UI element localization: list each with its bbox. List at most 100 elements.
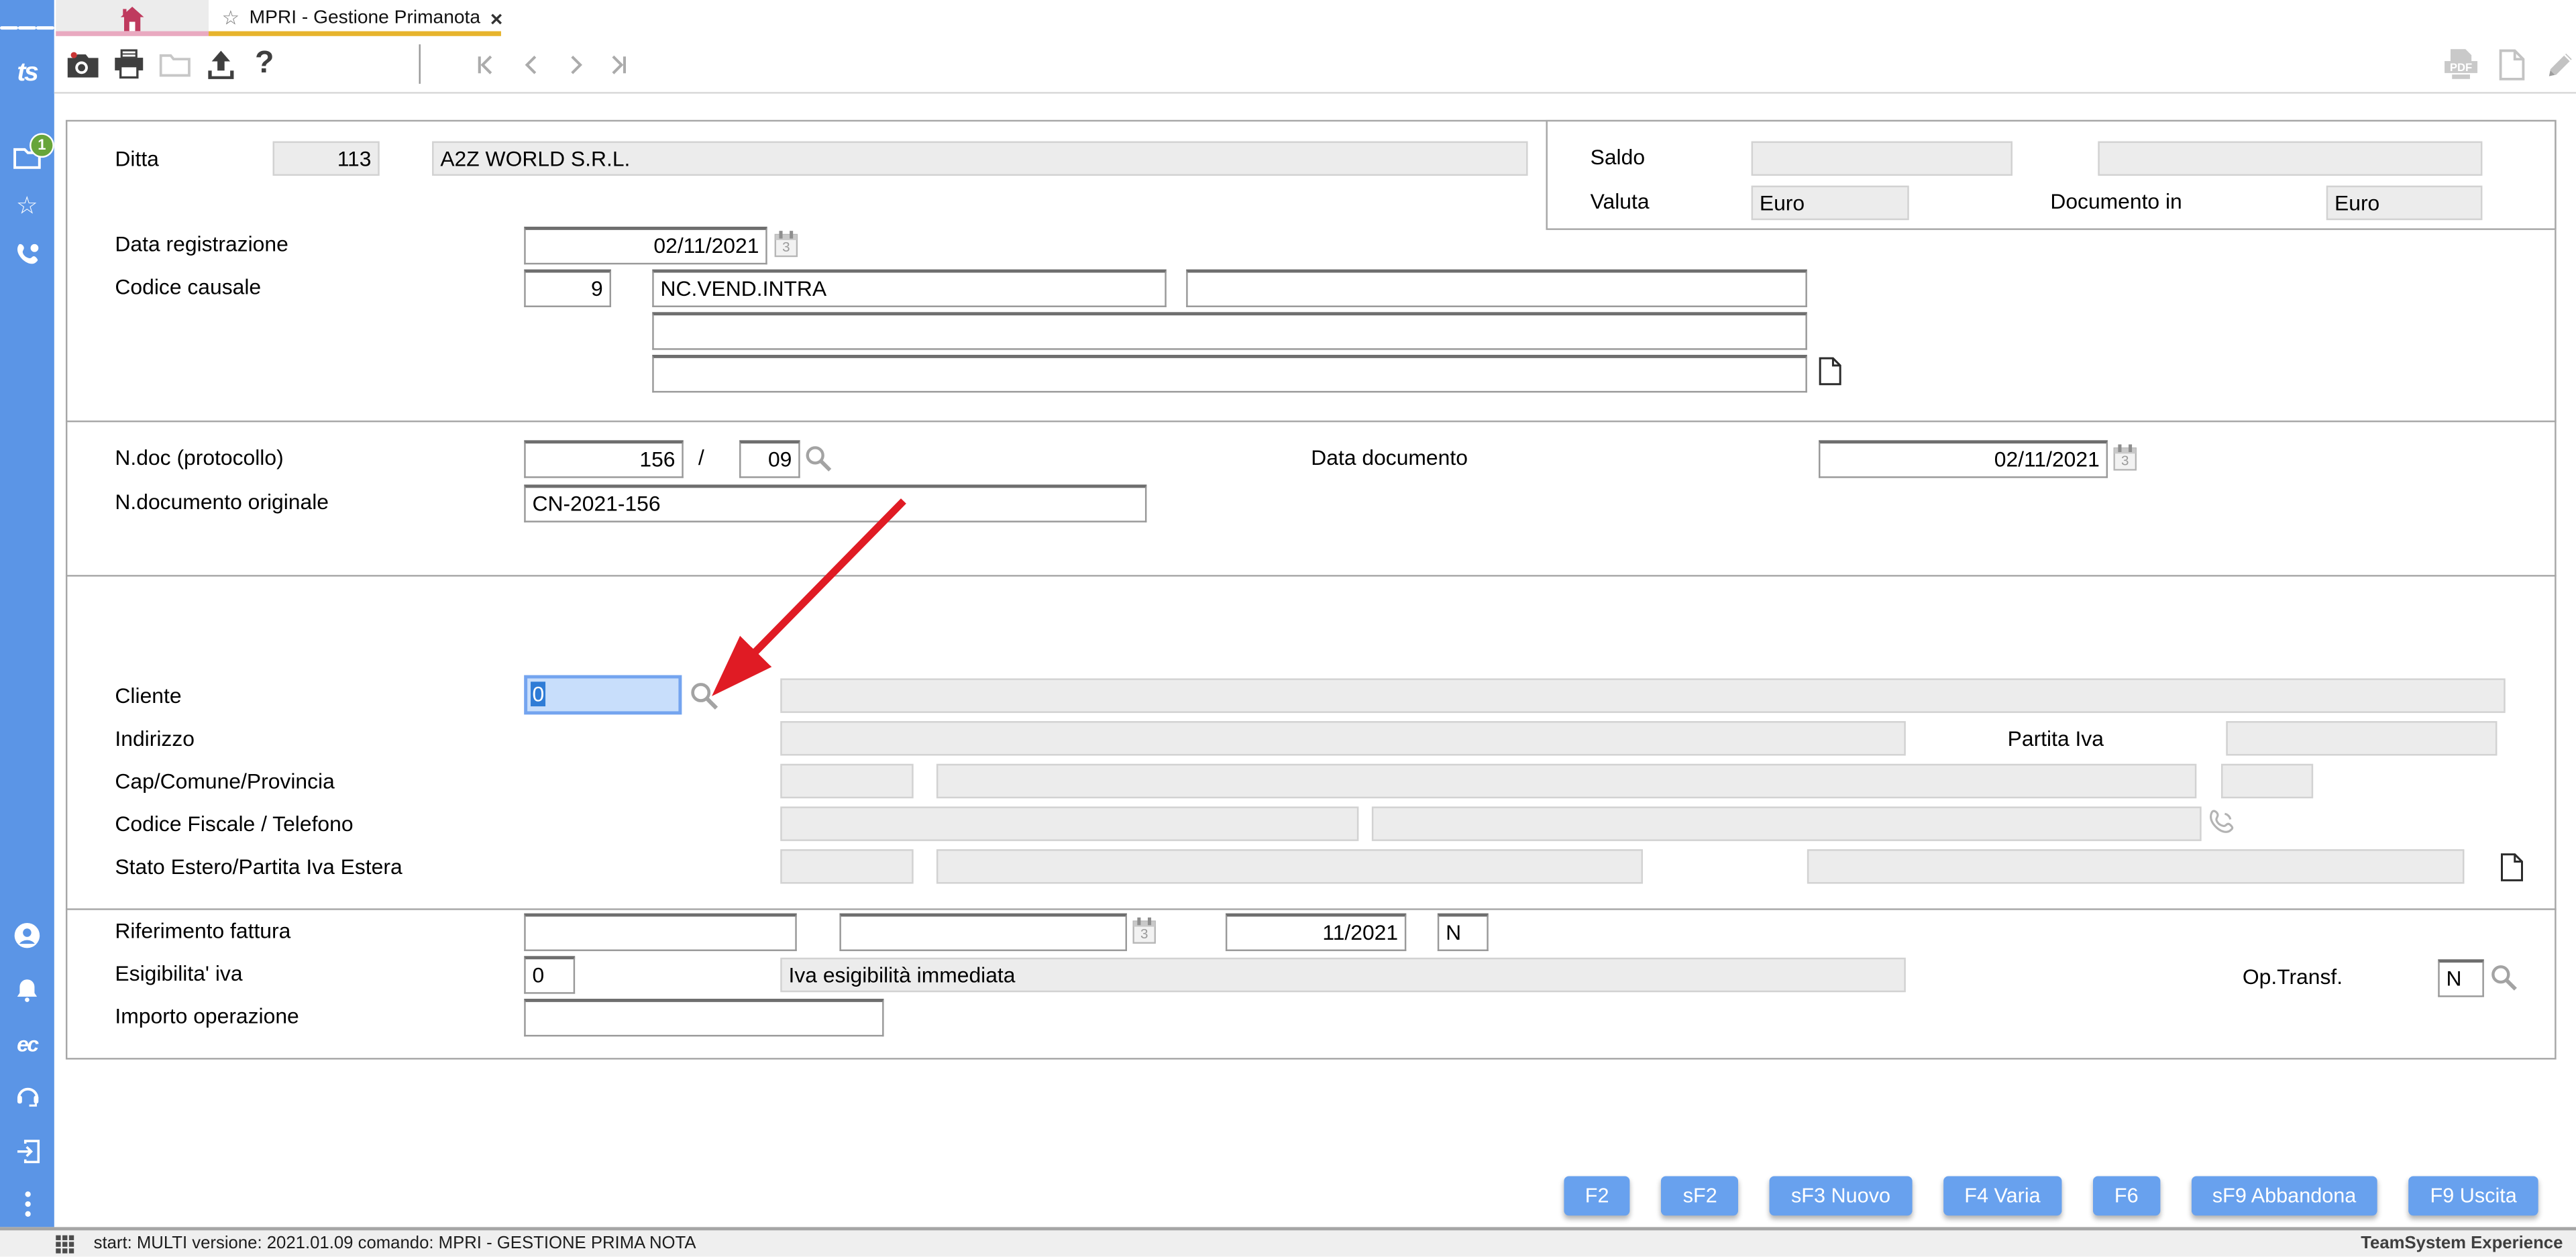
help-button[interactable]: ?: [248, 43, 281, 86]
sidebar-item-user[interactable]: [0, 914, 54, 957]
sf3-nuovo-button[interactable]: sF3 Nuovo: [1770, 1176, 1912, 1216]
nav-first-button[interactable]: [468, 43, 504, 86]
ndoc-sezione-field[interactable]: 09: [739, 440, 800, 478]
ditta-code-field: 113: [272, 141, 380, 176]
logout-icon: [16, 1140, 39, 1164]
riferimento-numero-field[interactable]: [524, 913, 797, 951]
esigibilita-code-field[interactable]: 0: [524, 956, 576, 994]
causale-note-field-1[interactable]: [652, 312, 1807, 350]
edit-button[interactable]: [2540, 43, 2576, 86]
op-transf-field[interactable]: N: [2438, 959, 2484, 997]
status-bar: start: MULTI versione: 2021.01.09 comand…: [0, 1227, 2576, 1257]
cliente-label: Cliente: [115, 683, 182, 708]
toolbar-separator: [419, 44, 421, 84]
tab-home[interactable]: [56, 0, 209, 36]
riferimento-flag-field[interactable]: N: [1437, 913, 1489, 951]
sidebar-item-documents[interactable]: 1: [0, 132, 54, 178]
importo-operazione-field[interactable]: [524, 998, 884, 1037]
partita-iva-label: Partita Iva: [2007, 726, 2104, 751]
f4-varia-button[interactable]: F4 Varia: [1943, 1176, 2062, 1216]
open-folder-button[interactable]: [154, 43, 194, 86]
sidebar-item-favorites[interactable]: ☆: [0, 184, 54, 227]
importo-operazione-label: Importo operazione: [115, 1003, 299, 1029]
stato-estero-label: Stato Estero/Partita Iva Estera: [115, 854, 402, 879]
more-dots-icon: [24, 1191, 30, 1217]
app-grid-icon[interactable]: [56, 1235, 75, 1255]
sidebar-item-notifications[interactable]: [0, 969, 54, 1012]
upload-button[interactable]: [201, 43, 240, 86]
causale-attachment-icon[interactable]: [1819, 356, 1841, 386]
active-tab-underline: [209, 31, 501, 36]
stato-estero-desc-field: [936, 849, 1643, 884]
nav-last-button[interactable]: [598, 43, 634, 86]
tab-mpri-gestione-primanota[interactable]: ☆ MPRI - Gestione Primanota ×: [209, 0, 503, 36]
data-documento-calendar-icon[interactable]: 3: [2112, 443, 2137, 472]
f2-button[interactable]: F2: [1563, 1176, 1631, 1216]
nav-next-button[interactable]: [557, 43, 593, 86]
saldo-field-2: [2098, 141, 2483, 176]
op-transf-search-icon[interactable]: [2489, 963, 2518, 992]
section-divider-1: [65, 420, 2557, 423]
stato-estero-document-icon[interactable]: [2500, 853, 2523, 882]
documento-in-field: Euro: [2326, 185, 2483, 221]
nav-last-icon: [611, 54, 625, 74]
esigibilita-desc-field: Iva esigibilità immediata: [780, 957, 1906, 993]
data-documento-field[interactable]: 02/11/2021: [1819, 440, 2108, 478]
riferimento-periodo-field[interactable]: 11/2021: [1225, 913, 1407, 951]
tab-close-icon[interactable]: ×: [490, 7, 503, 29]
ditta-label: Ditta: [115, 146, 159, 171]
codice-causale-code-field[interactable]: 9: [524, 269, 612, 307]
riferimento-calendar-icon[interactable]: 3: [1132, 917, 1157, 945]
tab-favorite-star-icon[interactable]: ☆: [222, 7, 239, 30]
codice-causale-desc-field[interactable]: NC.VEND.INTRA: [652, 269, 1167, 307]
data-registrazione-field[interactable]: 02/11/2021: [524, 226, 767, 265]
hamburger-menu-button[interactable]: [0, 7, 54, 50]
new-document-button[interactable]: [2492, 43, 2532, 86]
sidebar-item-more[interactable]: [0, 1183, 54, 1225]
svg-text:PDF: PDF: [2450, 61, 2472, 74]
home-icon: [120, 5, 144, 31]
help-icon: ?: [255, 46, 274, 80]
causale-note-field-2[interactable]: [652, 354, 1807, 393]
data-registrazione-calendar-icon[interactable]: 3: [773, 230, 798, 258]
f6-button[interactable]: F6: [2093, 1176, 2160, 1216]
valuta-field: Euro: [1751, 185, 1909, 221]
user-icon: [14, 922, 40, 948]
ditta-name-field: A2Z WORLD S.R.L.: [432, 141, 1528, 176]
sf9-abbandona-button[interactable]: sF9 Abbandona: [2191, 1176, 2378, 1216]
camera-button[interactable]: [62, 43, 102, 86]
sf2-button[interactable]: sF2: [1661, 1176, 1739, 1216]
cliente-code-selected-text: 0: [531, 681, 546, 707]
f9-uscita-button[interactable]: F9 Uscita: [2408, 1176, 2538, 1216]
riferimento-fattura-label: Riferimento fattura: [115, 918, 291, 943]
print-button[interactable]: [109, 43, 148, 86]
export-pdf-button[interactable]: PDF: [2440, 43, 2483, 86]
data-registrazione-label: Data registrazione: [115, 231, 288, 257]
ndoc-numero-field[interactable]: 156: [524, 440, 684, 478]
sidebar-item-logout[interactable]: [0, 1130, 54, 1173]
sidebar-item-ec[interactable]: ec: [0, 1022, 54, 1064]
riferimento-data-field[interactable]: [839, 913, 1127, 951]
partita-iva-estera-field: [1807, 849, 2465, 884]
teamsystem-experience-brand: TeamSystem Experience: [2361, 1234, 2563, 1254]
cap-field: [780, 763, 914, 799]
partita-iva-field: [2226, 721, 2498, 756]
ndoc-search-icon[interactable]: [804, 443, 833, 473]
telefono-icon[interactable]: [2208, 808, 2236, 836]
teamsystem-logo: ts: [0, 52, 54, 95]
nav-prev-button[interactable]: [513, 43, 549, 86]
notification-badge: 1: [30, 132, 54, 157]
svg-text:3: 3: [782, 239, 790, 255]
folder-notification-icon: 1: [13, 132, 54, 168]
codice-causale-extra-field[interactable]: [1186, 269, 1807, 307]
telefono-field: [1371, 806, 2202, 841]
print-icon: [114, 49, 143, 79]
status-text: start: MULTI versione: 2021.01.09 comand…: [93, 1234, 696, 1254]
svg-text:3: 3: [1140, 926, 1148, 942]
tab-bar: ☆ MPRI - Gestione Primanota ×: [54, 0, 2576, 36]
sidebar-item-support[interactable]: [0, 1075, 54, 1117]
sidebar-item-phone[interactable]: [0, 233, 54, 276]
indirizzo-field: [780, 721, 1906, 756]
tab-title: MPRI - Gestione Primanota: [249, 8, 481, 28]
home-tab-underline: [56, 31, 209, 36]
